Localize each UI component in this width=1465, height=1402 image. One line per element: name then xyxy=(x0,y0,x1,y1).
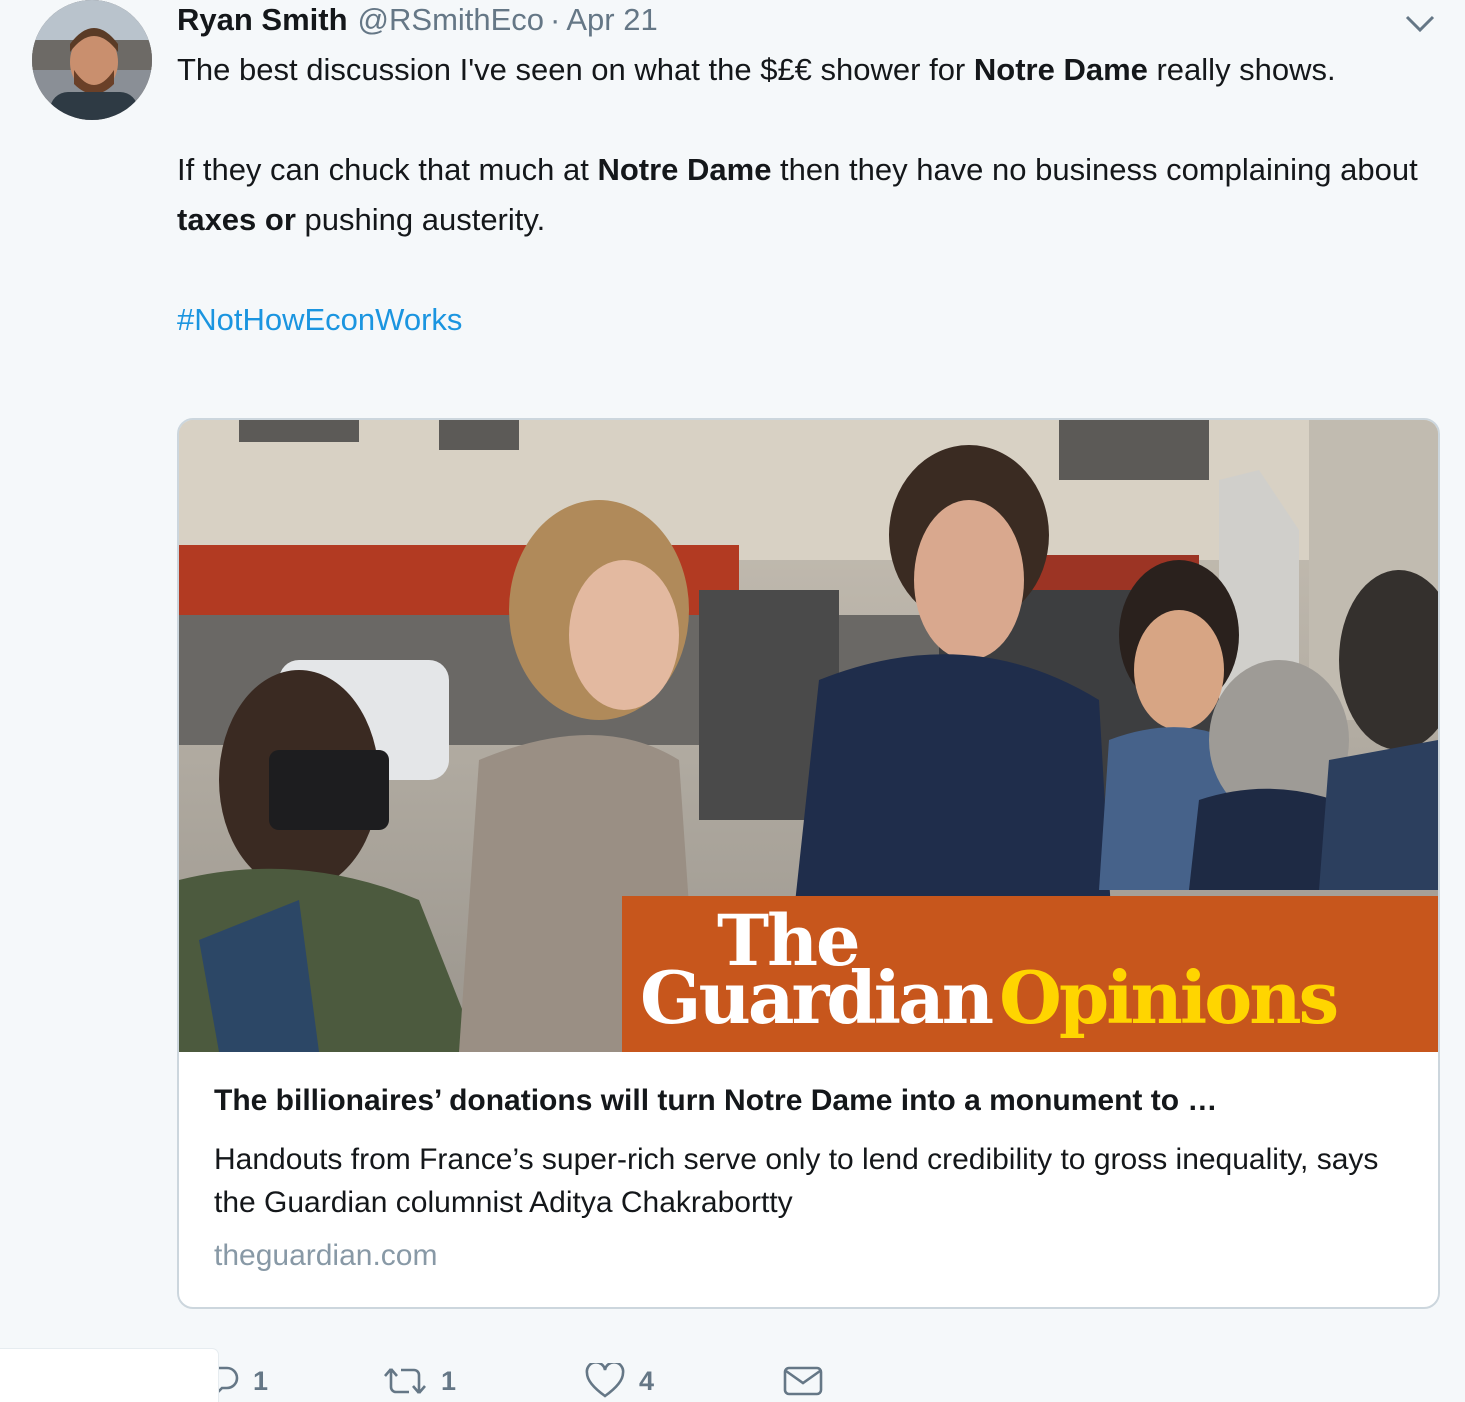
direct-message-button[interactable] xyxy=(783,1360,823,1402)
tweet-text: The best discussion I've seen on what th… xyxy=(177,45,1427,345)
avatar[interactable] xyxy=(32,0,152,120)
card-title: The billionaires’ donations will turn No… xyxy=(214,1084,1218,1117)
tweet-date[interactable]: Apr 21 xyxy=(566,2,657,37)
tweet-header: Ryan Smith @RSmithEco · Apr 21 xyxy=(177,2,658,38)
text-segment: pushing austerity. xyxy=(295,202,546,237)
like-button[interactable]: 4 xyxy=(585,1360,654,1402)
retweet-icon xyxy=(384,1368,426,1394)
more-options-button[interactable] xyxy=(1403,10,1437,38)
envelope-icon xyxy=(783,1366,823,1396)
link-card[interactable]: The Guardian Opinions The billionaires’ d… xyxy=(177,418,1440,1309)
reply-count: 1 xyxy=(253,1366,269,1396)
bold-segment: taxes or xyxy=(177,202,296,237)
text-segment: If they can chuck that much at xyxy=(177,152,598,187)
bold-segment: Notre Dame xyxy=(597,152,772,187)
tweet-paragraph-1: The best discussion I've seen on what th… xyxy=(177,45,1427,95)
card-domain: theguardian.com xyxy=(214,1239,438,1272)
logo-guardian-word: Guardian xyxy=(640,955,994,1040)
author-handle[interactable]: @RSmithEco xyxy=(358,2,545,37)
logo-guardian: Guardian Opinions xyxy=(640,955,1339,1040)
like-count: 4 xyxy=(639,1366,655,1396)
retweet-count: 1 xyxy=(441,1366,457,1396)
author-name[interactable]: Ryan Smith xyxy=(177,2,348,37)
retweet-button[interactable]: 1 xyxy=(383,1360,456,1402)
chevron-down-icon xyxy=(1405,15,1435,33)
bold-segment: Notre Dame xyxy=(973,52,1148,87)
overlay-panel xyxy=(0,1349,218,1402)
logo-opinions: Opinions xyxy=(999,955,1339,1040)
card-image: The Guardian Opinions xyxy=(179,420,1438,1052)
guardian-logo: The Guardian Opinions xyxy=(622,896,1438,1052)
card-description: Handouts from France’s super-rich serve … xyxy=(214,1143,1379,1219)
hashtag-link[interactable]: #NotHowEconWorks xyxy=(177,295,1427,345)
tweet: Ryan Smith @RSmithEco · Apr 21 The best dis… xyxy=(0,0,1465,1402)
card-text: The billionaires’ donations will turn No… xyxy=(214,1082,1404,1276)
tweet-paragraph-2: If they can chuck that much at Notre Dam… xyxy=(177,145,1427,245)
tweet-actions: 1 1 4 xyxy=(177,1360,877,1402)
text-segment: really shows. xyxy=(1147,52,1336,87)
heart-icon xyxy=(585,1363,625,1398)
text-segment: The best discussion I've seen on what th… xyxy=(177,52,974,87)
text-segment: then they have no business complaining a… xyxy=(771,152,1418,187)
separator: · xyxy=(550,2,561,37)
